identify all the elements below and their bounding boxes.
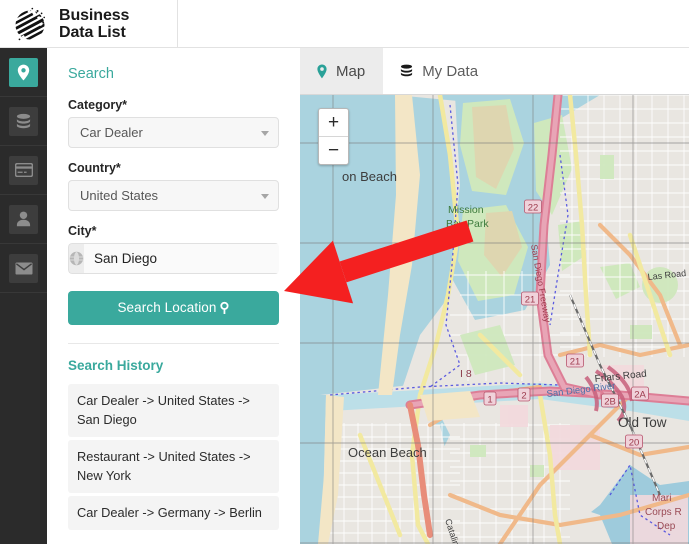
map-label: I 8	[460, 368, 472, 380]
history-item[interactable]: Car Dealer -> Germany -> Berlin	[68, 496, 279, 530]
search-history-title: Search History	[68, 358, 164, 373]
zoom-in-button[interactable]: +	[319, 109, 348, 137]
tab-bar: Map My Data	[300, 48, 689, 95]
envelope-icon	[9, 253, 38, 283]
user-icon	[9, 204, 38, 234]
striped-globe-logo-icon	[10, 4, 50, 44]
route-shield: 2B	[601, 393, 619, 408]
zoom-out-button[interactable]: −	[319, 137, 348, 164]
route-shield: 21	[566, 353, 584, 368]
icon-rail	[0, 48, 47, 544]
tab-map-label: Map	[336, 62, 366, 80]
city-label: City*	[68, 224, 97, 238]
rail-item-billing[interactable]	[0, 146, 47, 195]
tab-my-data-label: My Data	[422, 62, 479, 80]
route-shield: 2	[517, 387, 531, 402]
map-label: Corps R	[645, 507, 682, 518]
rail-item-database[interactable]	[0, 97, 47, 146]
route-shield: 21	[521, 291, 539, 306]
search-location-label: Search Location	[117, 300, 217, 315]
map-pin-icon	[316, 64, 328, 79]
country-select[interactable]: United States	[68, 180, 279, 211]
map-label: Mari	[652, 493, 671, 504]
svg-text:2: 2	[521, 391, 526, 402]
tab-map[interactable]: Map	[300, 48, 384, 94]
tab-my-data[interactable]: My Data	[383, 48, 496, 94]
chevron-down-icon	[261, 193, 269, 199]
brand-line-1: Business	[59, 6, 130, 24]
panel-divider	[68, 343, 279, 344]
brand-line-2: Data List	[59, 23, 126, 41]
category-label: Category*	[68, 98, 128, 112]
history-item[interactable]: Car Dealer -> United States -> San Diego	[68, 384, 279, 437]
map-label: Bay Park	[446, 218, 489, 230]
city-input-group	[68, 243, 279, 274]
search-panel-title: Search	[68, 66, 114, 82]
rail-item-messages[interactable]	[0, 244, 47, 293]
magnifier-icon: ⚲	[219, 300, 230, 315]
country-value: United States	[80, 187, 159, 203]
svg-text:21: 21	[570, 357, 581, 368]
city-input[interactable]	[84, 243, 279, 274]
route-shield: 22	[524, 199, 542, 214]
svg-text:1: 1	[487, 395, 492, 406]
map-label: on Beach	[342, 169, 397, 184]
map-label: Ocean Beach	[348, 445, 427, 460]
credit-card-icon	[9, 155, 38, 185]
map-label: Mission	[448, 204, 484, 216]
app-header: Business Data List	[0, 0, 689, 48]
svg-text:22: 22	[528, 203, 539, 214]
app-root: Business Data List Search Category* Car …	[0, 0, 689, 544]
map-tiles: on BeachMissionBay ParkSan Diego Freeway…	[300, 95, 689, 544]
route-shield: 20	[625, 434, 643, 449]
svg-text:21: 21	[525, 295, 536, 306]
category-select[interactable]: Car Dealer	[68, 117, 279, 148]
search-location-button[interactable]: Search Location ⚲	[68, 291, 279, 325]
svg-text:2A: 2A	[634, 390, 646, 401]
map-label: Dep	[657, 521, 676, 532]
brand[interactable]: Business Data List	[0, 0, 178, 47]
chevron-down-icon	[261, 130, 269, 136]
map-zoom-control: + −	[318, 108, 349, 165]
route-shield: 1	[483, 391, 497, 406]
route-shield: 2A	[631, 386, 649, 401]
rail-item-map-pin[interactable]	[0, 48, 47, 97]
rail-item-account[interactable]	[0, 195, 47, 244]
country-label: Country*	[68, 161, 121, 175]
category-value: Car Dealer	[80, 124, 143, 140]
svg-text:2B: 2B	[604, 397, 616, 408]
map-label: Old Tow	[618, 415, 667, 430]
brand-title: Business Data List	[59, 7, 129, 41]
map-pin-icon	[9, 57, 38, 87]
search-panel: Search Category* Car Dealer Country* Uni…	[47, 48, 300, 544]
database-icon	[9, 106, 38, 136]
map-canvas[interactable]: on Beach Mission Bay Park San Diego Freeway…	[300, 95, 689, 544]
globe-icon	[68, 243, 84, 274]
content-area: Map My Data on Beach Mission Bay Park Sa…	[300, 48, 689, 544]
svg-text:20: 20	[629, 438, 640, 449]
history-item[interactable]: Restaurant -> United States -> New York	[68, 440, 279, 493]
database-icon	[399, 64, 414, 79]
